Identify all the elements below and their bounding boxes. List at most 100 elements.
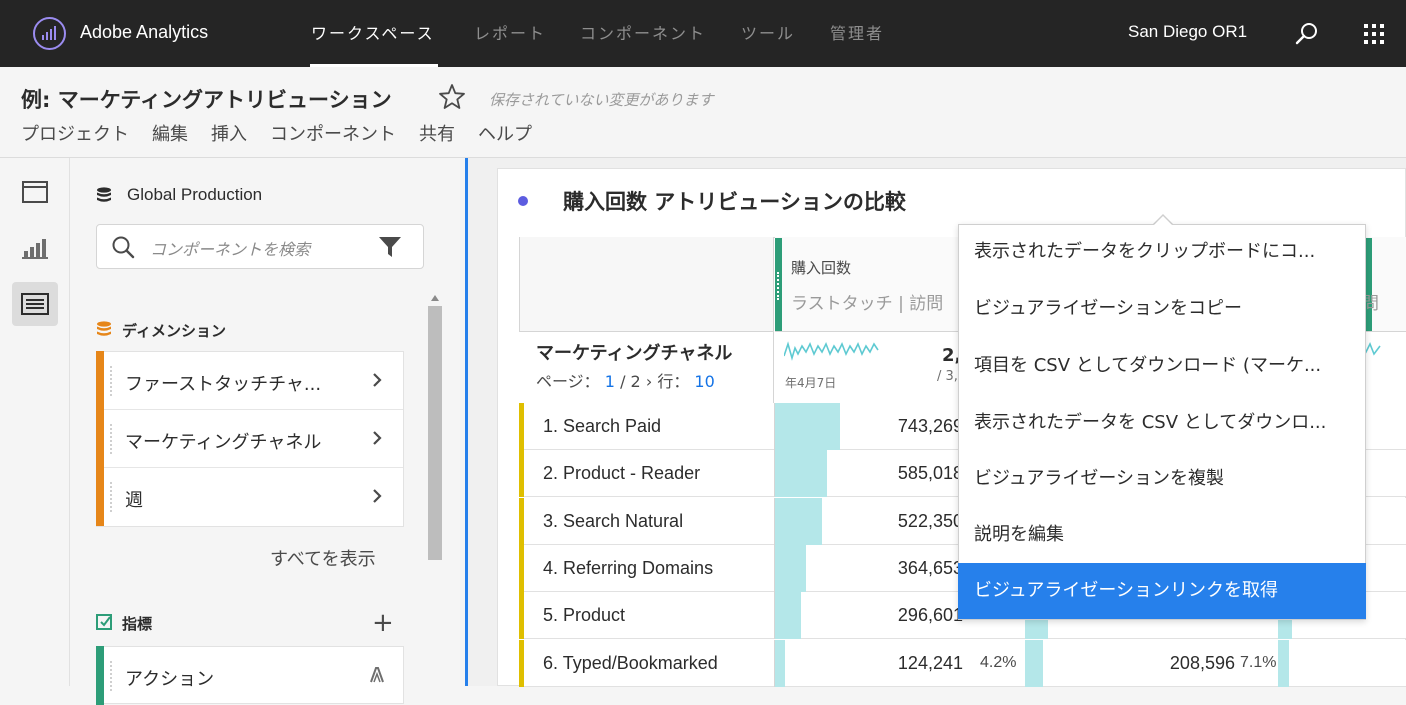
value-bar bbox=[1025, 640, 1043, 687]
metrics-icon bbox=[96, 614, 112, 634]
panels-icon[interactable] bbox=[12, 170, 58, 214]
sparkline-date: 年4月7日 bbox=[785, 376, 837, 390]
menu-item-download-data-csv[interactable]: 表示されたデータを CSV としてダウンロ... bbox=[958, 395, 1366, 451]
menu-help[interactable]: ヘルプ bbox=[478, 120, 532, 146]
dimension-color-bar bbox=[96, 467, 104, 526]
row-label[interactable]: 5. Product bbox=[543, 605, 625, 626]
row-label[interactable]: 4. Referring Domains bbox=[543, 558, 713, 579]
apps-grid-icon[interactable] bbox=[1364, 24, 1384, 48]
drag-handle[interactable] bbox=[110, 366, 112, 396]
page-label: ページ： bbox=[536, 372, 600, 391]
database-icon bbox=[96, 187, 112, 207]
row-value: 364,653 bbox=[897, 558, 963, 578]
add-icon[interactable]: + bbox=[372, 610, 394, 636]
dimension-label: ファーストタッチチャ... bbox=[125, 374, 322, 395]
menu-item-get-link[interactable]: ビジュアライゼーションリンクを取得 bbox=[958, 563, 1366, 619]
drag-handle[interactable] bbox=[110, 482, 112, 512]
chevron-right-icon[interactable] bbox=[371, 372, 383, 392]
dimension-color-bar bbox=[96, 409, 104, 468]
dimensions-title: ディメンション bbox=[122, 322, 226, 340]
page-total: / 2 bbox=[620, 372, 641, 391]
row-marker bbox=[519, 498, 524, 545]
dimension-label: 週 bbox=[125, 490, 143, 511]
sparkline bbox=[783, 338, 880, 368]
report-suite-name[interactable]: Global Production bbox=[127, 185, 262, 205]
analytics-logo-icon[interactable] bbox=[33, 17, 66, 50]
menu-item-download-items-csv[interactable]: 項目を CSV としてダウンロード (マーケ... bbox=[958, 338, 1366, 394]
nav-tools[interactable]: ツール bbox=[741, 0, 795, 67]
drag-handle[interactable] bbox=[110, 424, 112, 454]
table-corner bbox=[519, 237, 774, 332]
row-label[interactable]: 2. Product - Reader bbox=[543, 463, 700, 484]
nav-workspace[interactable]: ワークスペース bbox=[311, 0, 435, 67]
row-value: 522,350 bbox=[897, 511, 963, 531]
visualization-title[interactable]: 購入回数 アトリビューションの比較 bbox=[563, 186, 906, 216]
search-icon bbox=[111, 235, 135, 263]
panel-divider[interactable] bbox=[446, 158, 466, 686]
visualizations-icon[interactable] bbox=[12, 226, 58, 270]
metric-color-bar bbox=[96, 646, 104, 705]
list-item[interactable]: マーケティングチャネル bbox=[96, 409, 403, 468]
metrics-title: 指標 bbox=[122, 615, 153, 633]
dimension-column-title: マーケティングチャネル bbox=[536, 343, 733, 364]
dimension-color-bar bbox=[96, 351, 104, 410]
show-all-link[interactable]: すべてを表示 bbox=[270, 545, 376, 571]
list-item[interactable]: 週 bbox=[96, 467, 403, 526]
list-item[interactable]: ファーストタッチチャ... bbox=[96, 351, 403, 410]
dimension-list: ファーストタッチチャ... マーケティングチャネル 週 bbox=[96, 351, 404, 527]
metric-column-title: 購入回数 bbox=[791, 259, 852, 277]
menu-components[interactable]: コンポーネント bbox=[270, 120, 396, 146]
scroll-thumb[interactable] bbox=[428, 306, 442, 560]
row-percent: 7.1% bbox=[1240, 654, 1277, 671]
row-marker bbox=[519, 640, 524, 687]
menu-share[interactable]: 共有 bbox=[419, 120, 455, 146]
rows-value[interactable]: 10 bbox=[694, 372, 714, 391]
nav-components[interactable]: コンポーネント bbox=[580, 0, 706, 67]
row-value: 585,018 bbox=[897, 463, 963, 483]
components-icon[interactable] bbox=[12, 282, 58, 326]
row-value: 124,241 bbox=[897, 653, 963, 673]
nav-reports[interactable]: レポート bbox=[474, 0, 546, 67]
menu-item-copy-visualization[interactable]: ビジュアライゼーションをコピー bbox=[958, 281, 1366, 337]
menu-item-copy-data[interactable]: 表示されたデータをクリップボードにコ... bbox=[958, 224, 1366, 280]
visualization-status-dot[interactable] bbox=[518, 196, 528, 206]
menu-item-duplicate[interactable]: ビジュアライゼーションを複製 bbox=[958, 451, 1366, 507]
row-percent: 4.2% bbox=[980, 654, 1017, 671]
row-marker bbox=[519, 403, 524, 450]
row-label[interactable]: 1. Search Paid bbox=[543, 416, 661, 437]
row-marker bbox=[519, 450, 524, 497]
search-icon[interactable] bbox=[1295, 22, 1319, 50]
app-name[interactable]: Adobe Analytics bbox=[80, 22, 208, 43]
chevron-right-icon[interactable] bbox=[371, 488, 383, 508]
drag-handle[interactable] bbox=[777, 272, 780, 300]
row-label[interactable]: 6. Typed/Bookmarked bbox=[543, 653, 718, 674]
row-value: 296,601 bbox=[897, 605, 963, 625]
project-title[interactable]: 例: マーケティングアトリビューション bbox=[21, 84, 392, 114]
next-page-icon[interactable]: › bbox=[646, 372, 652, 391]
search-placeholder: コンポーネントを検索 bbox=[150, 240, 311, 259]
menu-edit[interactable]: 編集 bbox=[152, 120, 188, 146]
pagination: ページ： 1 / 2 › 行： 10 bbox=[536, 368, 715, 392]
page-current[interactable]: 1 bbox=[605, 372, 615, 391]
nav-admin[interactable]: 管理者 bbox=[830, 0, 884, 67]
company-switcher[interactable]: San Diego OR1 bbox=[1128, 22, 1247, 42]
chevron-right-icon[interactable] bbox=[371, 430, 383, 450]
list-item[interactable]: アクション bbox=[96, 646, 404, 705]
row-label[interactable]: 3. Search Natural bbox=[543, 511, 683, 532]
table-row[interactable]: 6. Typed/Bookmarked 124,241 4.2% 208,596 7.1… bbox=[519, 640, 1406, 687]
menu-item-edit-description[interactable]: 説明を編集 bbox=[958, 507, 1366, 563]
drag-handle[interactable] bbox=[110, 661, 112, 691]
rows-label: 行： bbox=[657, 372, 690, 391]
unsaved-changes-note: 保存されていない変更があります bbox=[489, 91, 714, 109]
filter-icon[interactable] bbox=[378, 235, 402, 263]
project-menu-bar: プロジェクト 編集 挿入 コンポーネント 共有 ヘルプ bbox=[21, 120, 532, 146]
row-value: 743,269 bbox=[897, 416, 963, 436]
menu-project[interactable]: プロジェクト bbox=[21, 120, 129, 146]
row-marker bbox=[519, 545, 524, 592]
metric-color-bar bbox=[1365, 238, 1372, 331]
dimensions-icon bbox=[96, 321, 112, 341]
row-value: 208,596 bbox=[1169, 653, 1235, 673]
menu-insert[interactable]: 挿入 bbox=[211, 120, 247, 146]
column-total-sub: / 3, bbox=[937, 369, 958, 384]
star-icon[interactable] bbox=[438, 83, 466, 115]
